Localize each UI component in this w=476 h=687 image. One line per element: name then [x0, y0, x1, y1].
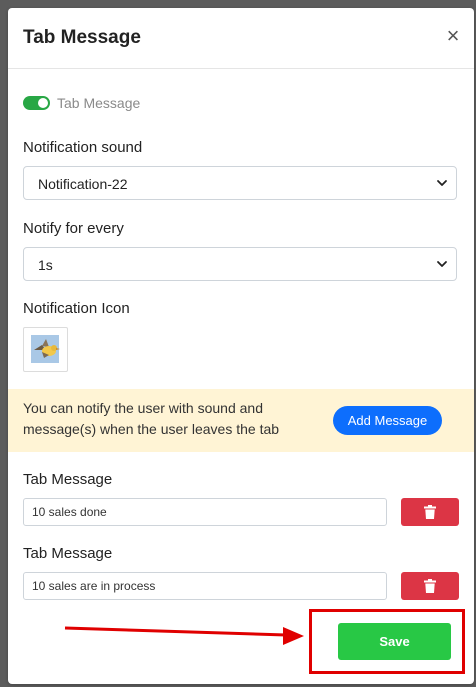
annotation-arrow — [64, 626, 304, 645]
